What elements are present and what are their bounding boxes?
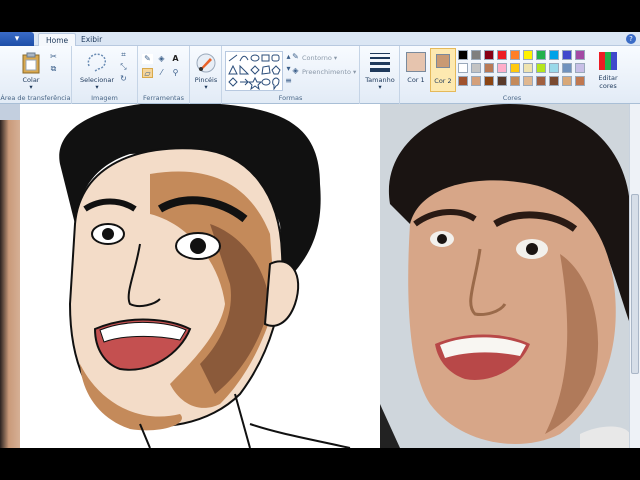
palette-swatch[interactable] — [484, 63, 494, 73]
edit-colors-label: Editar cores — [598, 74, 618, 90]
image-group-label: Imagem — [91, 94, 118, 102]
cartoon-portrait — [59, 104, 351, 448]
palette-swatch[interactable] — [484, 50, 494, 60]
palette-swatch[interactable] — [471, 50, 481, 60]
palette-swatch[interactable] — [471, 76, 481, 86]
fill-bucket-icon: ◈ — [292, 66, 299, 75]
rotate-icon[interactable]: ↻ — [118, 74, 129, 84]
copy-icon[interactable]: ⧉ — [48, 64, 59, 74]
size-group: Tamanho ▾ — [360, 46, 400, 104]
magnifier-icon[interactable]: ⚲ — [170, 68, 181, 78]
ribbon: Colar ▾ ✂ ⧉ Área de transferência Seleci… — [0, 46, 640, 104]
clipboard-group-label: Área de transferência — [0, 94, 71, 102]
outline-icon: ✎ — [292, 52, 299, 61]
chevron-down-icon: ▾ — [95, 83, 99, 91]
canvas-area[interactable] — [0, 104, 640, 448]
reference-photo-image — [380, 104, 630, 448]
pencil-icon[interactable]: ✎ — [142, 54, 153, 64]
color2-label: Cor 2 — [434, 77, 452, 85]
drawing-canvas[interactable] — [20, 104, 380, 448]
palette-swatch[interactable] — [536, 63, 546, 73]
chevron-down-icon: ▾ — [378, 83, 382, 91]
scrollbar-thumb[interactable] — [631, 194, 639, 374]
size-button[interactable]: Tamanho ▾ — [364, 50, 396, 91]
palette-swatch[interactable] — [458, 76, 468, 86]
palette-swatch[interactable] — [510, 50, 520, 60]
vertical-scrollbar[interactable] — [629, 104, 640, 448]
palette-swatch[interactable] — [497, 50, 507, 60]
palette-swatch[interactable] — [549, 76, 559, 86]
palette-swatch[interactable] — [562, 63, 572, 73]
palette-swatch[interactable] — [549, 50, 559, 60]
shapes-gallery-icons — [228, 54, 281, 90]
colors-group-label: Cores — [502, 94, 522, 102]
tab-home[interactable]: Home — [38, 33, 77, 47]
edit-colors-button[interactable]: Editar cores — [594, 50, 622, 92]
fill-button[interactable]: ◈ Preenchimento ▾ — [290, 66, 360, 78]
shapes-group-label: Formas — [278, 94, 303, 102]
color2-swatch — [436, 54, 450, 68]
colors-group: Cor 1 Cor 2 Editar cores Cores — [400, 46, 624, 104]
select-icon — [87, 53, 106, 72]
palette-swatch[interactable] — [562, 76, 572, 86]
brushes-button[interactable]: Pincéis ▾ — [192, 50, 220, 91]
color-palette — [458, 50, 598, 90]
palette-swatch[interactable] — [484, 76, 494, 86]
resize-icon[interactable]: ⤡ — [118, 62, 129, 72]
palette-swatch[interactable] — [523, 76, 533, 86]
line-width-icon — [370, 53, 390, 72]
outline-button[interactable]: ✎ Contorno ▾ — [290, 52, 360, 64]
help-icon[interactable]: ? — [626, 34, 636, 44]
fill-icon[interactable]: ◈ — [156, 54, 167, 64]
outline-label: Contorno ▾ — [302, 54, 338, 62]
palette-swatch[interactable] — [536, 50, 546, 60]
paste-icon — [22, 52, 40, 74]
brushes-group: Pincéis ▾ — [190, 46, 222, 104]
image-group: Selecionar ▾ ⌗ ⤡ ↻ Imagem — [72, 46, 138, 104]
paste-button[interactable]: Colar ▾ — [14, 50, 48, 91]
shapes-group: ▴ ▾ ≡ ✎ Contorno ▾ ◈ Preenchimento ▾ For… — [222, 46, 360, 104]
fill-label: Preenchimento ▾ — [302, 68, 357, 76]
clipboard-group: Colar ▾ ✂ ⧉ Área de transferência — [0, 46, 72, 104]
color2-button[interactable]: Cor 2 — [430, 48, 456, 92]
palette-swatch[interactable] — [497, 76, 507, 86]
tools-group-label: Ferramentas — [143, 94, 184, 102]
color1-button[interactable]: Cor 1 — [404, 50, 428, 92]
chevron-down-icon: ▾ — [29, 83, 33, 91]
app-menu-button[interactable]: ▾ — [0, 32, 34, 46]
palette-swatch[interactable] — [458, 63, 468, 73]
color-wheel-icon — [599, 52, 617, 70]
palette-swatch[interactable] — [575, 50, 585, 60]
palette-swatch[interactable] — [510, 76, 520, 86]
palette-swatch[interactable] — [562, 50, 572, 60]
chevron-down-icon: ▾ — [204, 83, 208, 91]
color-picker-icon[interactable]: ⁄ — [156, 68, 167, 78]
reference-photo — [380, 104, 630, 448]
palette-swatch[interactable] — [575, 76, 585, 86]
select-button[interactable]: Selecionar ▾ — [78, 50, 116, 91]
tab-view[interactable]: Exibir — [74, 33, 109, 46]
letterbox-bottom — [0, 448, 640, 480]
color1-label: Cor 1 — [407, 76, 425, 84]
color1-swatch — [406, 52, 426, 72]
palette-swatch[interactable] — [497, 63, 507, 73]
brush-icon — [196, 53, 216, 73]
shapes-gallery[interactable] — [225, 51, 283, 91]
palette-swatch[interactable] — [575, 63, 585, 73]
palette-swatch[interactable] — [510, 63, 520, 73]
crop-icon[interactable]: ⌗ — [118, 50, 129, 60]
left-photo-edge — [0, 120, 22, 448]
palette-swatch[interactable] — [536, 76, 546, 86]
paint-window: ▾ Home Exibir ? Colar ▾ ✂ ⧉ Área de tran… — [0, 0, 640, 480]
palette-swatch[interactable] — [549, 63, 559, 73]
palette-swatch[interactable] — [523, 63, 533, 73]
text-icon[interactable]: A — [170, 54, 181, 64]
palette-swatch[interactable] — [458, 50, 468, 60]
cut-icon[interactable]: ✂ — [48, 52, 59, 62]
tools-group: ✎ ◈ A ▱ ⁄ ⚲ Ferramentas — [138, 46, 190, 104]
palette-swatch[interactable] — [471, 63, 481, 73]
palette-swatch[interactable] — [523, 50, 533, 60]
eraser-icon[interactable]: ▱ — [142, 68, 153, 78]
